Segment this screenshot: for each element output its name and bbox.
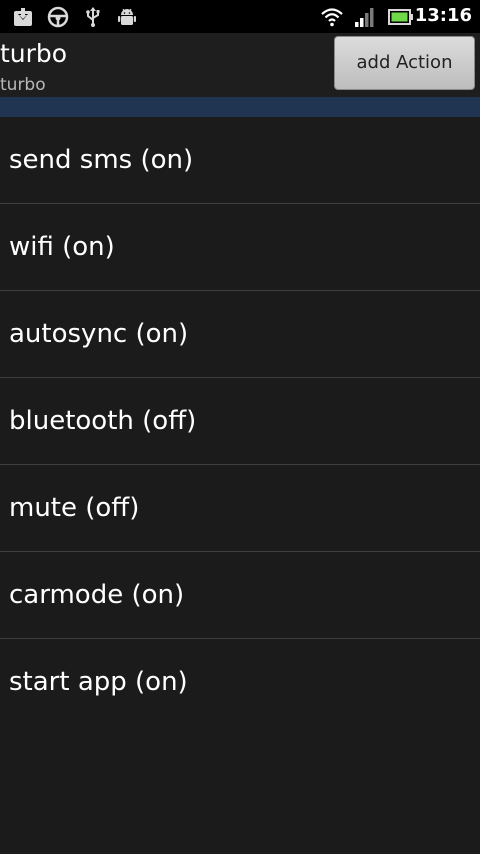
list-item-label: autosync (on) [9, 319, 189, 349]
status-time: 13:16 [414, 5, 472, 26]
list-item-mute[interactable]: mute (off) [0, 465, 480, 552]
steering-wheel-icon [47, 6, 69, 28]
list-item-label: wifi (on) [9, 232, 115, 262]
add-action-button[interactable]: add Action [334, 36, 475, 90]
wifi-icon [321, 6, 343, 28]
page-title: turbo [0, 39, 68, 68]
battery-icon [388, 6, 414, 28]
list-item-label: bluetooth (off) [9, 406, 197, 436]
app-header: turbo turbo add Action [0, 33, 480, 97]
status-bar: 13:16 [0, 0, 480, 33]
page-subtitle: turbo [0, 75, 46, 95]
list-item-label: carmode (on) [9, 580, 185, 610]
list-item-bluetooth[interactable]: bluetooth (off) [0, 378, 480, 465]
android-debug-icon [116, 6, 138, 28]
list-item-carmode[interactable]: carmode (on) [0, 552, 480, 639]
list-item-send-sms[interactable]: send sms (on) [0, 117, 480, 204]
download-icon [12, 6, 34, 28]
list-item-label: mute (off) [9, 493, 140, 523]
accent-divider [0, 97, 480, 117]
list-item-label: start app (on) [9, 667, 188, 697]
list-item-autosync[interactable]: autosync (on) [0, 291, 480, 378]
list-item-start-app[interactable]: start app (on) [0, 639, 480, 726]
list-item-label: send sms (on) [9, 145, 194, 175]
list-item-wifi[interactable]: wifi (on) [0, 204, 480, 291]
usb-icon [82, 6, 104, 28]
action-list: send sms (on) wifi (on) autosync (on) bl… [0, 117, 480, 854]
signal-icon [354, 6, 376, 28]
